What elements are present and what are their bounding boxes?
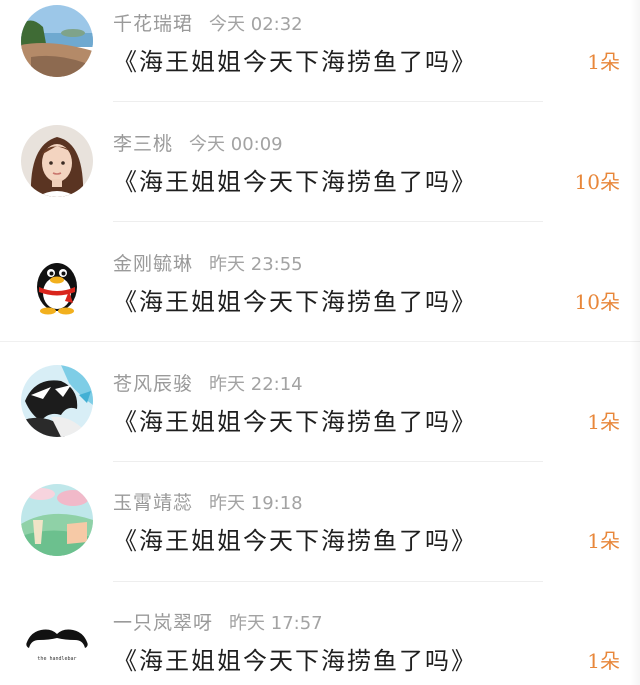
avatar[interactable]: the handlebar (21, 604, 93, 676)
book-title[interactable]: 《海王姐姐今天下海捞鱼了吗》 (113, 521, 477, 556)
timestamp: 昨天 22:14 (209, 374, 303, 395)
avatar[interactable] (21, 245, 93, 317)
avatar[interactable] (21, 125, 93, 197)
avatar[interactable] (21, 365, 93, 437)
divider (0, 341, 640, 342)
sender-meta: 苍风辰骏 昨天 22:14 (113, 369, 303, 395)
sender-meta: 一只岚翠呀 昨天 17:57 (113, 608, 323, 634)
list-item[interactable]: the handlebar 一只岚翠呀 昨天 17:57 《海王姐姐今天下海捞鱼了… (0, 599, 640, 685)
gift-amount: 1朵 (587, 649, 620, 673)
sender-name[interactable]: 李三桃 (113, 133, 173, 155)
book-title[interactable]: 《海王姐姐今天下海捞鱼了吗》 (113, 402, 477, 437)
sender-name[interactable]: 苍风辰骏 (113, 373, 193, 395)
gift-record-list: 千花瑞珺 今天 02:32 《海王姐姐今天下海捞鱼了吗》 1朵 李三桃 今天 00:… (0, 0, 640, 685)
divider (113, 461, 543, 462)
avatar[interactable] (21, 5, 93, 77)
gift-amount: 1朵 (587, 410, 620, 434)
divider (113, 581, 543, 582)
gift-amount: 1朵 (587, 50, 620, 74)
timestamp: 今天 00:09 (189, 134, 283, 155)
scenic-coast-avatar-icon (21, 5, 93, 77)
divider (113, 101, 543, 102)
book-title[interactable]: 《海王姐姐今天下海捞鱼了吗》 (113, 42, 477, 77)
book-title[interactable]: 《海王姐姐今天下海捞鱼了吗》 (113, 282, 477, 317)
sender-meta: 千花瑞珺 今天 02:32 (113, 9, 303, 35)
book-title[interactable]: 《海王姐姐今天下海捞鱼了吗》 (113, 162, 477, 197)
sender-name[interactable]: 千花瑞珺 (113, 13, 193, 35)
sender-name[interactable]: 一只岚翠呀 (113, 612, 213, 634)
avatar-caption: the handlebar (37, 656, 76, 662)
mustache-logo-avatar-icon: the handlebar (21, 604, 93, 676)
book-title[interactable]: 《海王姐姐今天下海捞鱼了吗》 (113, 641, 477, 676)
timestamp: 昨天 23:55 (209, 254, 303, 275)
gift-amount: 1朵 (587, 529, 620, 553)
avatar[interactable] (21, 484, 93, 556)
sender-meta: 金刚毓琳 昨天 23:55 (113, 249, 303, 275)
sender-name[interactable]: 金刚毓琳 (113, 253, 193, 275)
sender-meta: 李三桃 今天 00:09 (113, 129, 283, 155)
penguin-avatar-icon (21, 245, 93, 317)
sender-name[interactable]: 玉霄靖蕊 (113, 492, 193, 514)
timestamp: 今天 02:32 (209, 14, 303, 35)
gift-amount: 10朵 (574, 170, 620, 194)
sender-meta: 玉霄靖蕊 昨天 19:18 (113, 488, 303, 514)
landscape-illustration-avatar-icon (21, 484, 93, 556)
divider (113, 221, 543, 222)
edge-shadow (630, 0, 640, 685)
timestamp: 昨天 19:18 (209, 493, 303, 514)
woman-portrait-avatar-icon (21, 125, 93, 197)
anime-character-avatar-icon (21, 365, 93, 437)
gift-amount: 10朵 (574, 290, 620, 314)
timestamp: 昨天 17:57 (229, 613, 323, 634)
